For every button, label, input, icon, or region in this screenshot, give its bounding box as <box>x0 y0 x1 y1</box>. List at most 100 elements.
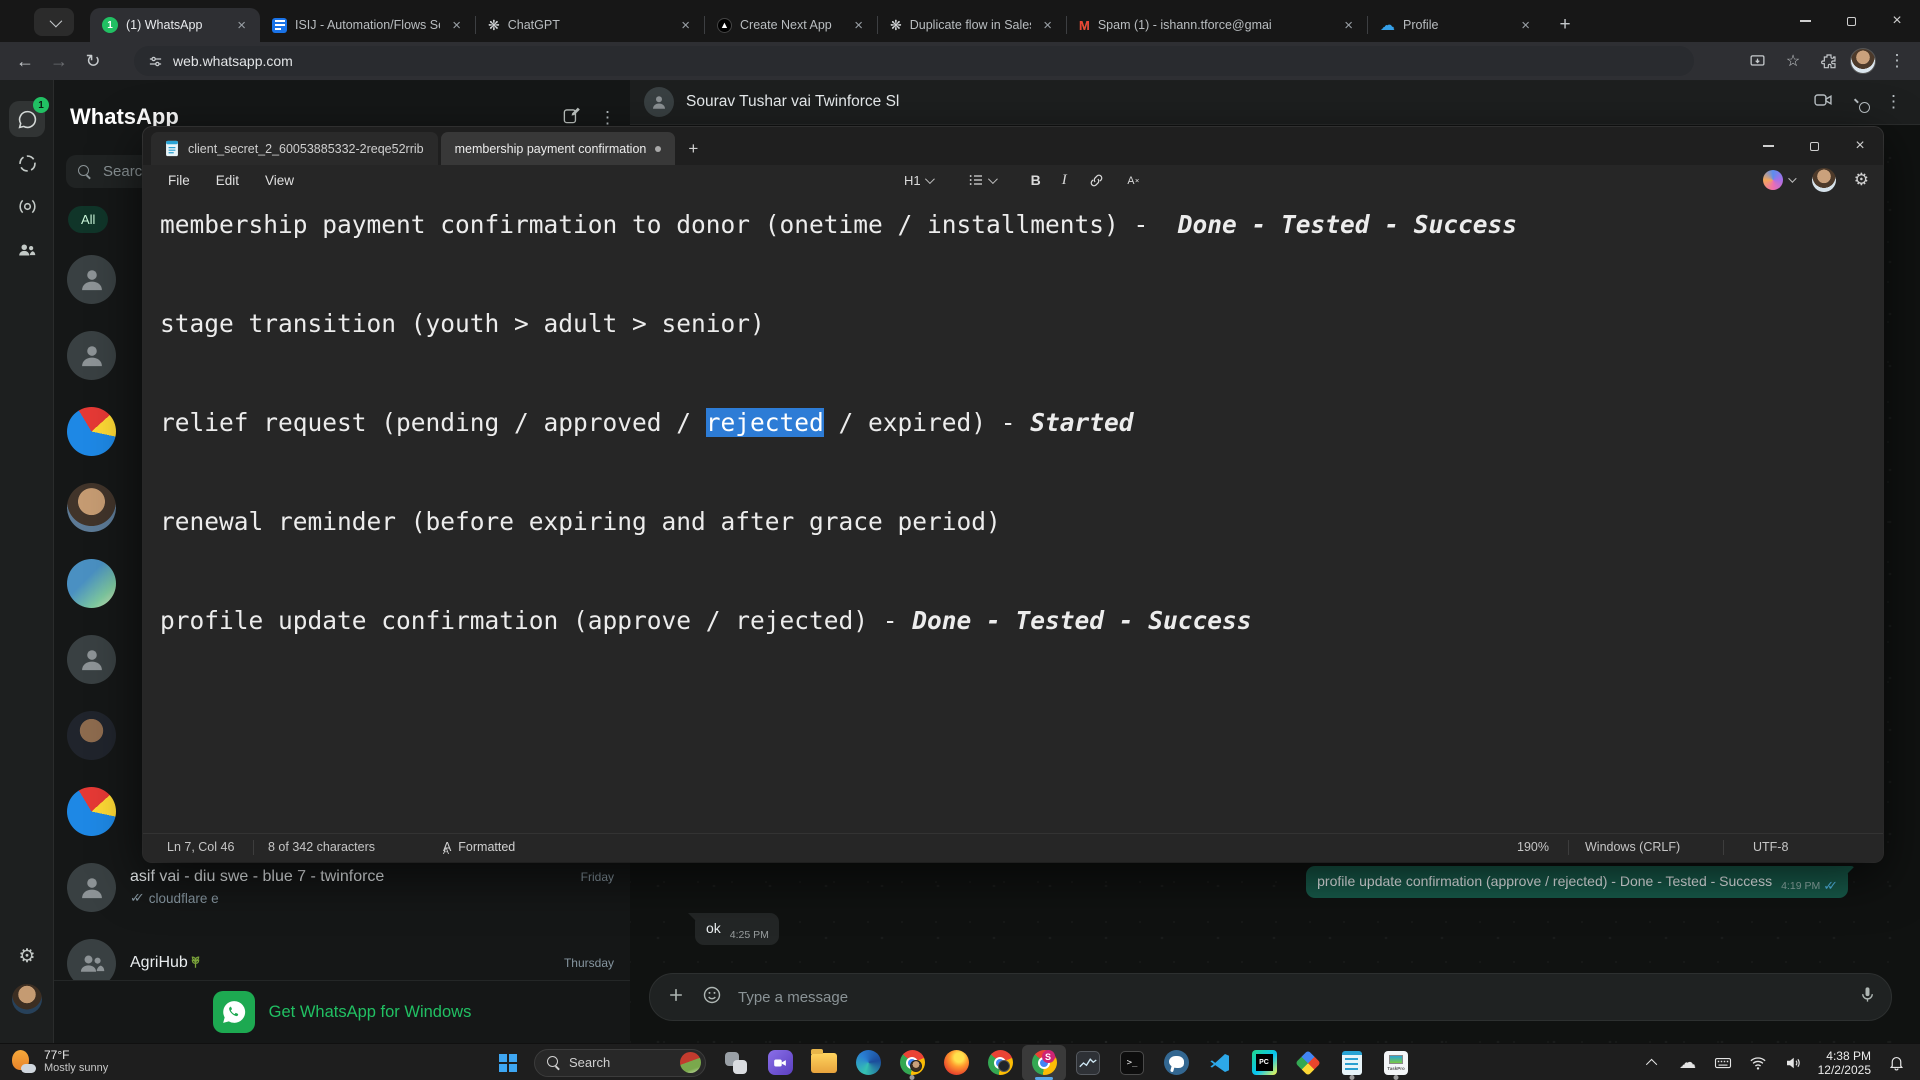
attach-plus-icon[interactable] <box>666 985 686 1010</box>
browser-tab[interactable]: ISIJ - Automation/Flows Setup -× <box>260 8 475 42</box>
extensions-icon[interactable] <box>1814 46 1844 76</box>
browser-tab[interactable]: ▲Create Next App× <box>705 8 877 42</box>
message-composer[interactable]: Type a message <box>649 973 1892 1021</box>
taskbar-search[interactable]: Search <box>534 1049 706 1077</box>
taskbar-app-chrome-profile-2[interactable] <box>978 1045 1022 1080</box>
browser-tab[interactable]: ❋Duplicate flow in Salesforce× <box>878 8 1066 42</box>
address-bar[interactable]: web.whatsapp.com <box>134 46 1694 76</box>
notepad-new-tab-button[interactable]: + <box>678 134 708 164</box>
wifi-icon[interactable] <box>1744 1049 1772 1077</box>
onedrive-icon[interactable]: ☁ <box>1674 1049 1702 1077</box>
message-bubble-out[interactable]: profile update confirmation (approve / r… <box>1306 866 1848 898</box>
menu-edit[interactable]: Edit <box>203 169 252 192</box>
taskbar-app-task-manager[interactable] <box>1066 1045 1110 1080</box>
tab-close-icon[interactable]: × <box>1517 16 1534 35</box>
taskbar-app-taskpro[interactable]: TaskPro <box>1374 1045 1418 1080</box>
taskbar-app-terminal[interactable]: >_ <box>1110 1045 1154 1080</box>
taskbar-app-postgresql[interactable] <box>1154 1045 1198 1080</box>
notification-bell-icon[interactable] <box>1882 1049 1910 1077</box>
notepad-settings-icon[interactable]: ⚙ <box>1854 170 1869 190</box>
banner-text: Get WhatsApp for Windows <box>269 1003 472 1022</box>
tab-close-icon[interactable]: × <box>233 16 250 35</box>
zoom-level[interactable]: 190% <box>1517 840 1549 854</box>
emoji-icon[interactable] <box>702 985 722 1010</box>
notepad-titlebar[interactable]: client_secret_2_60053885332-2reqe52rribm… <box>143 127 1883 165</box>
touch-keyboard-icon[interactable] <box>1709 1049 1737 1077</box>
browser-tab[interactable]: ☁Profile× <box>1368 8 1544 42</box>
install-app-icon[interactable] <box>1742 46 1772 76</box>
minimize-button[interactable] <box>1782 0 1828 42</box>
message-bubble-in[interactable]: ok4:25 PM <box>695 913 779 945</box>
encoding[interactable]: UTF-8 <box>1753 840 1788 854</box>
taskbar-app-meet-chat[interactable] <box>758 1045 802 1080</box>
site-settings-icon[interactable] <box>148 54 163 69</box>
menu-view[interactable]: View <box>252 169 307 192</box>
browser-menu-icon[interactable]: ⋮ <box>1882 46 1912 76</box>
browser-profile-avatar[interactable] <box>1850 48 1876 74</box>
notepad-minimize-button[interactable] <box>1745 127 1791 165</box>
editor-line: renewal reminder (before expiring and af… <box>160 497 1883 547</box>
start-button[interactable] <box>488 1046 528 1080</box>
close-button[interactable]: × <box>1874 0 1920 42</box>
text-editor[interactable]: membership payment confirmation to donor… <box>143 195 1883 833</box>
rail-profile-avatar[interactable] <box>12 984 42 1014</box>
video-call-icon[interactable] <box>1813 90 1833 115</box>
chats-icon <box>17 109 38 130</box>
menu-file[interactable]: File <box>155 169 203 192</box>
browser-tab[interactable]: 1(1) WhatsApp× <box>90 8 260 42</box>
rail-settings-button[interactable]: ⚙ <box>9 938 45 974</box>
conversation-menu-icon[interactable]: ⋮ <box>1885 92 1902 112</box>
browser-tab[interactable]: MSpam (1) - ishann.tforce@gmai× <box>1067 8 1367 42</box>
taskbar-app-file-explorer[interactable] <box>802 1045 846 1080</box>
link-button[interactable] <box>1081 169 1112 192</box>
rail-chats-button[interactable]: 1 <box>9 101 45 137</box>
notepad-account-avatar[interactable] <box>1812 168 1836 192</box>
back-button[interactable]: ← <box>8 46 42 76</box>
tab-close-icon[interactable]: × <box>1039 16 1056 35</box>
italic-button[interactable]: I <box>1055 169 1074 192</box>
mic-icon[interactable] <box>1858 985 1877 1009</box>
tray-overflow-chevron-icon[interactable] <box>1639 1049 1667 1077</box>
taskbar-app-drive[interactable] <box>1286 1045 1330 1080</box>
rail-status-button[interactable] <box>9 145 45 181</box>
tray-clock[interactable]: 4:38 PM 12/2/2025 <box>1818 1049 1871 1077</box>
notepad-close-button[interactable]: × <box>1837 127 1883 165</box>
notepad-tab[interactable]: membership payment confirmation <box>441 132 676 165</box>
taskbar-app-firefox[interactable] <box>934 1045 978 1080</box>
taskbar-app-notepad[interactable] <box>1330 1045 1374 1080</box>
taskbar-app-chrome-profile-3[interactable]: S <box>1022 1045 1066 1080</box>
conversation-header[interactable]: Sourav Tushar vai Twinforce Sl ⋮ <box>630 80 1920 125</box>
rail-communities-button[interactable] <box>9 232 45 268</box>
heading-dropdown[interactable]: H1 <box>897 170 939 191</box>
tab-close-icon[interactable]: × <box>850 16 867 35</box>
browser-tab[interactable]: ❋ChatGPT× <box>476 8 704 42</box>
bookmark-star-icon[interactable]: ☆ <box>1778 46 1808 76</box>
copilot-button[interactable] <box>1763 170 1794 190</box>
notepad-maximize-button[interactable] <box>1791 127 1837 165</box>
get-whatsapp-banner[interactable]: Get WhatsApp for Windows <box>54 980 630 1043</box>
taskbar-app-task-view[interactable] <box>714 1045 758 1080</box>
list-dropdown[interactable] <box>961 169 1002 191</box>
tab-search-button[interactable] <box>34 8 74 36</box>
notepad-tab[interactable]: client_secret_2_60053885332-2reqe52rrib <box>151 132 438 165</box>
taskbar-app-edge[interactable] <box>846 1045 890 1080</box>
taskbar-app-pycharm[interactable]: PC <box>1242 1045 1286 1080</box>
weather-widget[interactable]: 77°F Mostly sunny <box>10 1048 108 1075</box>
taskbar-app-chrome-profile-1[interactable] <box>890 1045 934 1080</box>
maximize-button[interactable] <box>1828 0 1874 42</box>
line-ending[interactable]: Windows (CRLF) <box>1585 840 1680 854</box>
bold-button[interactable]: B <box>1024 169 1048 191</box>
terminal-icon: >_ <box>1120 1051 1144 1075</box>
tab-close-icon[interactable]: × <box>1340 16 1357 35</box>
forward-button[interactable]: → <box>42 46 76 76</box>
volume-icon[interactable] <box>1779 1049 1807 1077</box>
new-tab-button[interactable]: + <box>1550 10 1580 40</box>
taskbar-app-vscode[interactable] <box>1198 1045 1242 1080</box>
chat-list-menu-icon[interactable]: ⋮ <box>599 108 616 128</box>
rail-channels-button[interactable] <box>9 188 45 224</box>
tab-close-icon[interactable]: × <box>448 16 465 35</box>
tab-close-icon[interactable]: × <box>677 16 694 35</box>
clear-formatting-button[interactable]: A <box>1119 169 1150 192</box>
reload-button[interactable]: ↻ <box>76 46 110 76</box>
filter-all-chip[interactable]: All <box>68 206 108 233</box>
